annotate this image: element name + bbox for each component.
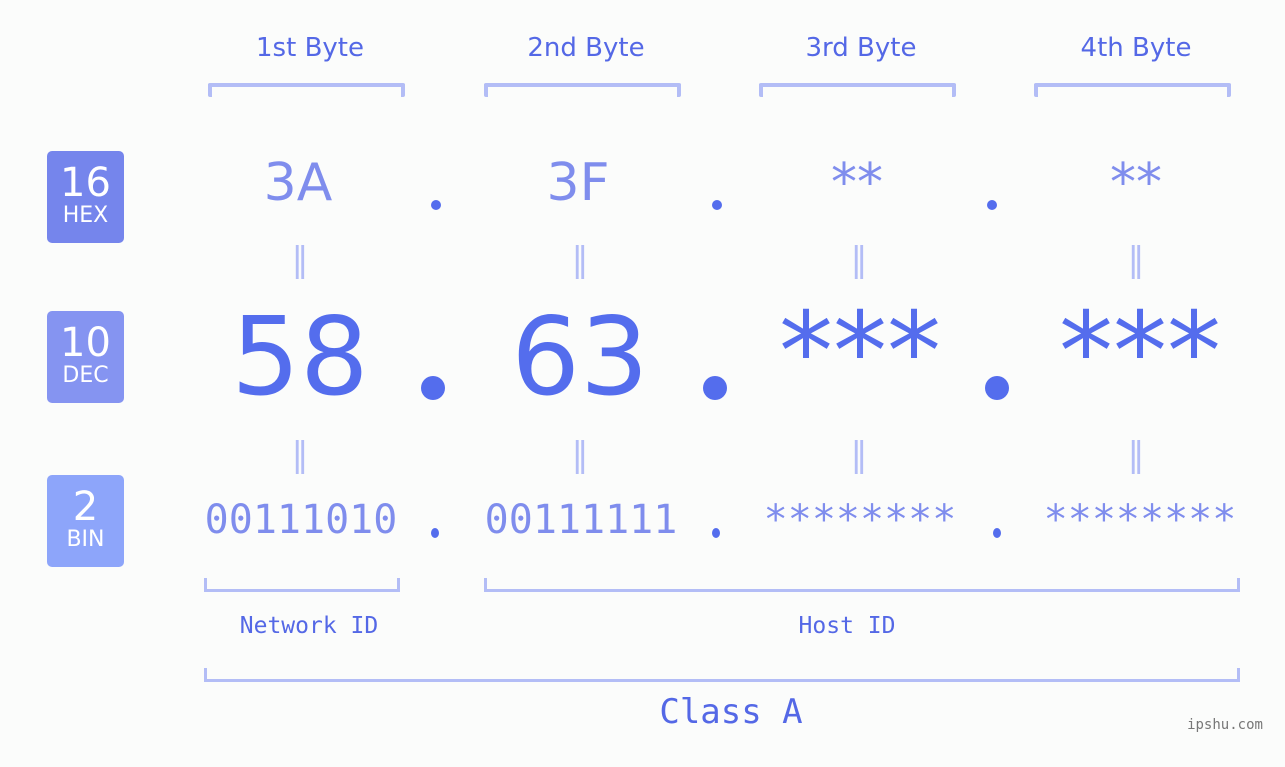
byte-bracket-4 bbox=[1034, 83, 1231, 97]
hex-badge: 16 HEX bbox=[47, 151, 124, 243]
host-id-bracket bbox=[484, 578, 1240, 592]
equals-hex-dec-1: ‖ bbox=[291, 240, 309, 280]
hex-dot-2 bbox=[712, 200, 722, 210]
equals-dec-bin-2: ‖ bbox=[571, 435, 589, 475]
equals-hex-dec-2: ‖ bbox=[571, 240, 589, 280]
hex-value-4: ** bbox=[1110, 153, 1162, 213]
bin-badge: 2 BIN bbox=[47, 475, 124, 567]
hex-badge-label: HEX bbox=[62, 203, 109, 228]
bin-badge-label: BIN bbox=[66, 527, 105, 552]
dec-value-3: *** bbox=[779, 290, 941, 415]
dec-dot-2 bbox=[703, 376, 727, 400]
dec-badge-number: 10 bbox=[60, 320, 111, 366]
hex-value-1: 3A bbox=[263, 153, 333, 213]
equals-dec-bin-4: ‖ bbox=[1127, 435, 1145, 475]
equals-dec-bin-1: ‖ bbox=[291, 435, 309, 475]
bin-value-4: ******** bbox=[1043, 497, 1237, 543]
host-id-label: Host ID bbox=[798, 613, 896, 639]
bin-dot-1 bbox=[431, 528, 439, 538]
dec-badge-label: DEC bbox=[62, 363, 109, 388]
dec-dot-1 bbox=[421, 376, 445, 400]
hex-value-3: ** bbox=[831, 153, 883, 213]
byte-bracket-3 bbox=[759, 83, 956, 97]
network-id-label: Network ID bbox=[239, 613, 379, 639]
hex-value-2: 3F bbox=[546, 153, 610, 213]
hex-badge-number: 16 bbox=[60, 160, 111, 206]
byte-header-2: 2nd Byte bbox=[527, 33, 645, 63]
watermark: ipshu.com bbox=[1187, 717, 1263, 733]
dec-dot-3 bbox=[985, 376, 1009, 400]
byte-header-4: 4th Byte bbox=[1080, 33, 1192, 63]
equals-hex-dec-4: ‖ bbox=[1127, 240, 1145, 280]
bin-value-1: 00111010 bbox=[204, 497, 398, 543]
class-bracket bbox=[204, 668, 1240, 682]
byte-header-1: 1st Byte bbox=[256, 33, 364, 63]
byte-header-3: 3rd Byte bbox=[805, 33, 917, 63]
dec-value-4: *** bbox=[1059, 290, 1221, 415]
equals-dec-bin-3: ‖ bbox=[850, 435, 868, 475]
byte-bracket-2 bbox=[484, 83, 681, 97]
bin-dot-2 bbox=[712, 528, 720, 538]
hex-dot-1 bbox=[431, 200, 441, 210]
hex-dot-3 bbox=[987, 200, 997, 210]
dec-value-2: 63 bbox=[511, 295, 649, 420]
dec-value-1: 58 bbox=[231, 295, 369, 420]
bin-badge-number: 2 bbox=[72, 484, 99, 530]
byte-bracket-1 bbox=[208, 83, 405, 97]
bin-value-3: ******** bbox=[763, 497, 957, 543]
network-id-bracket bbox=[204, 578, 400, 592]
bin-value-2: 00111111 bbox=[484, 497, 678, 543]
bin-dot-3 bbox=[993, 528, 1001, 538]
class-label: Class A bbox=[659, 692, 803, 732]
equals-hex-dec-3: ‖ bbox=[850, 240, 868, 280]
dec-badge: 10 DEC bbox=[47, 311, 124, 403]
